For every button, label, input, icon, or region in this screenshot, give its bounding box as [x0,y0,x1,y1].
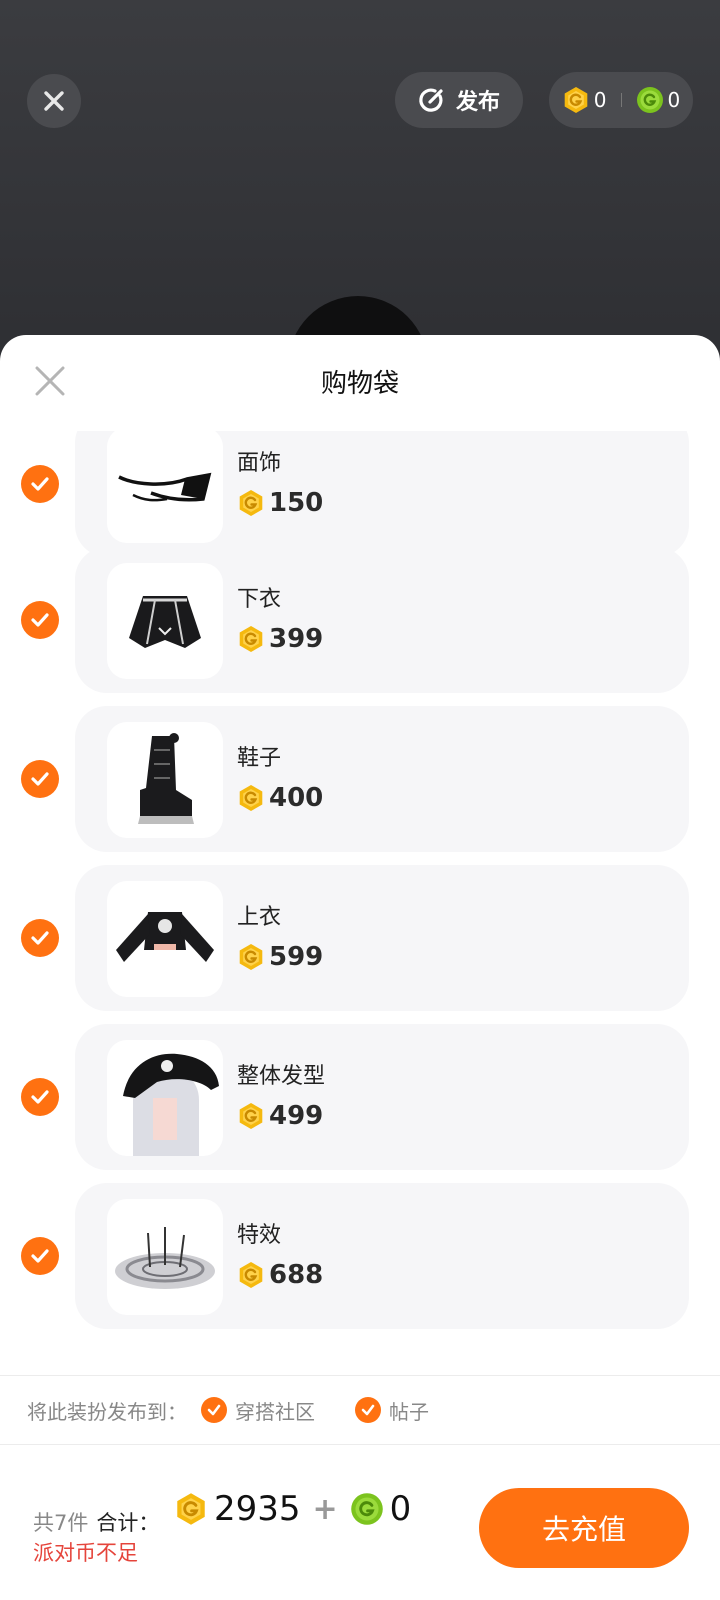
item-name: 下衣 [237,587,282,612]
plus-sign: + [312,1491,338,1527]
gold-coin-icon [239,490,263,516]
item-price-value: 599 [269,942,324,972]
total-label: 合计： [96,1511,160,1535]
close-icon [44,91,64,111]
item-price-value: 400 [269,783,324,813]
cart-item[interactable]: 特效 688 [0,1183,720,1329]
skirt-icon [107,563,223,679]
shopping-bag-sheet: 购物袋 面饰 150 下衣 399 鞋子 400 上衣 599 整体发型 499… [0,335,720,1600]
item-price-value: 688 [269,1260,324,1290]
cart-item[interactable]: 面饰 150 [0,431,720,557]
checkmark-icon [31,931,49,945]
green-coin-icon [636,87,663,113]
gold-coin-icon [239,944,263,970]
checkout-footer: 共7件 合计： 2935 + 0 派对币不足 去充值 [0,1445,720,1600]
recharge-button[interactable]: 去充值 [479,1488,689,1568]
currency-balance[interactable]: 0 0 [549,72,693,128]
item-name: 面饰 [237,451,282,476]
publish-destinations: 将此装扮发布到： 穿搭社区 帖子 [0,1375,720,1445]
item-price-value: 150 [269,488,324,518]
sheet-title: 购物袋 [320,369,399,399]
item-price: 688 [237,1259,323,1291]
publish-icon [419,88,443,112]
checkmark-icon [31,1249,49,1263]
checkmark-icon [31,477,49,491]
total-amount: 2935 + 0 [174,1489,411,1529]
checkmark-icon [31,1090,49,1104]
item-price: 150 [237,487,323,519]
publish-label: 发布 [455,90,500,115]
publish-destinations-label: 将此装扮发布到： [27,1399,187,1424]
sheet-header: 购物袋 [0,335,720,431]
item-checkbox[interactable] [21,601,59,639]
divider [620,93,622,107]
effect-icon [107,1199,223,1315]
item-price-value: 399 [269,624,324,654]
exit-button[interactable] [27,74,81,128]
publish-option-label: 帖子 [389,1399,429,1424]
item-checkbox[interactable] [21,1237,59,1275]
item-price: 599 [237,941,323,973]
gold-coin-icon [239,785,263,811]
checkmark-icon [31,772,49,786]
item-name: 上衣 [237,905,282,930]
green-total: 0 [389,1489,412,1529]
item-name: 特效 [237,1223,282,1248]
item-price-value: 499 [269,1101,324,1131]
item-checkbox[interactable] [21,465,59,503]
face-accessory-icon [107,431,223,543]
checkmark-icon [31,613,49,627]
dressing-room-background: 发布 0 0 [0,0,720,376]
cart-item[interactable]: 上衣 599 [0,865,720,1011]
item-name: 鞋子 [237,746,282,771]
cart-item[interactable]: 鞋子 400 [0,706,720,852]
publish-option-post[interactable]: 帖子 [355,1396,429,1425]
gold-coin-icon [239,1262,263,1288]
checkmark-icon [355,1397,381,1423]
gold-coin-icon [564,87,588,113]
gold-coin-icon [239,1103,263,1129]
item-checkbox[interactable] [21,919,59,957]
green-coin-icon [350,1493,383,1525]
item-price: 499 [237,1100,323,1132]
publish-option-label: 穿搭社区 [235,1399,315,1424]
boots-icon [107,722,223,838]
gold-balance: 0 [593,88,607,112]
item-checkbox[interactable] [21,1078,59,1116]
publish-option-community[interactable]: 穿搭社区 [201,1396,315,1425]
item-checkbox[interactable] [21,760,59,798]
item-price: 400 [237,782,323,814]
item-count-text: 共7件 [33,1511,89,1535]
gold-coin-icon [239,626,263,652]
cart-item[interactable]: 下衣 399 [0,547,720,693]
cart-item-list[interactable]: 面饰 150 下衣 399 鞋子 400 上衣 599 整体发型 499 特效 … [0,431,720,1371]
hairstyle-icon [107,1040,223,1156]
checkmark-icon [201,1397,227,1423]
publish-button[interactable]: 发布 [395,72,523,128]
green-balance: 0 [667,88,681,112]
item-name: 整体发型 [237,1064,326,1089]
item-count: 共7件 合计： [33,1507,159,1537]
item-price: 399 [237,623,323,655]
gold-coin-icon [177,1493,205,1525]
jacket-icon [107,881,223,997]
gold-total: 2935 [214,1489,301,1529]
insufficient-funds-warning: 派对币不足 [33,1541,138,1565]
cart-item[interactable]: 整体发型 499 [0,1024,720,1170]
